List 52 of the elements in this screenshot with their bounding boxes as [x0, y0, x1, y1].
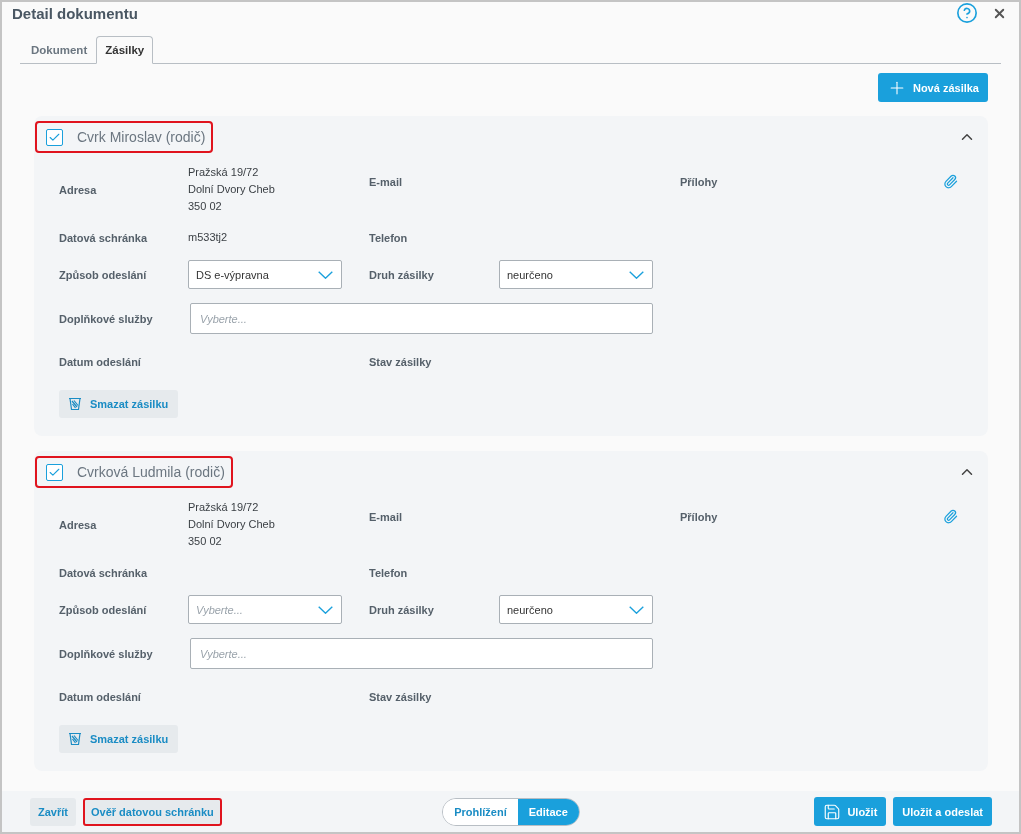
chevron-down-icon — [318, 270, 333, 279]
help-icon[interactable] — [956, 2, 978, 24]
field-label: Datová schránka — [59, 231, 149, 244]
field-label: Přílohy — [680, 175, 719, 188]
delete-button[interactable]: Smazat zásilku — [59, 390, 179, 418]
field-label: Adresa — [59, 518, 98, 531]
field-label: Stav zásilky — [369, 355, 433, 368]
field-label: E-mail — [369, 175, 403, 188]
address-text: Pražská 19/72 Dolní Dvory Cheb 350 02 — [188, 165, 276, 214]
field-label: Druh zásilky — [369, 603, 435, 616]
window-title: Detail dokumentu — [12, 4, 139, 22]
close-button[interactable]: Zavřít — [30, 797, 76, 826]
trash-icon — [68, 732, 82, 746]
mode-option[interactable]: Prohlížení — [443, 798, 518, 825]
field-value: m533tj2 — [188, 230, 229, 245]
field-label: Doplňkové služby — [59, 312, 154, 325]
field-label: Způsob odeslání — [59, 603, 148, 616]
chevron-down-icon — [629, 270, 644, 279]
chevron-down-icon — [629, 605, 644, 614]
input-field[interactable]: Vyberte... — [190, 303, 653, 334]
checkbox[interactable] — [46, 463, 63, 481]
field-label: Způsob odeslání — [59, 268, 148, 281]
chevron-down-icon — [318, 605, 333, 614]
field-label: Přílohy — [680, 510, 719, 523]
recipient-name: Cvrk Miroslav (rodič) — [77, 129, 206, 145]
field-label: Telefon — [369, 231, 409, 244]
field-label: Stav zásilky — [369, 690, 433, 703]
field-label: Druh zásilky — [369, 268, 435, 281]
tab[interactable]: Dokument — [22, 36, 97, 64]
verify-button[interactable]: Ověř datovou schránku — [82, 797, 222, 826]
save-button[interactable]: Uložit — [814, 797, 887, 826]
field-label: Datová schránka — [59, 566, 149, 579]
delete-button[interactable]: Smazat zásilku — [59, 725, 179, 753]
address-text: Pražská 19/72 Dolní Dvory Cheb 350 02 — [188, 500, 276, 549]
recipient-name: Cvrková Ludmila (rodič) — [77, 464, 225, 480]
field-label: Doplňkové služby — [59, 647, 154, 660]
mode-option[interactable]: Editace — [517, 798, 579, 825]
select-field[interactable]: neurčeno — [499, 595, 653, 624]
trash-icon — [68, 397, 82, 411]
input-field[interactable]: Vyberte... — [190, 638, 653, 669]
select-field[interactable]: neurčeno — [499, 260, 653, 289]
field-label: Telefon — [369, 566, 409, 579]
checkbox[interactable] — [46, 128, 63, 146]
field-label: Adresa — [59, 183, 98, 196]
save-send-button[interactable]: Uložit a odeslat — [893, 797, 992, 826]
select-field[interactable]: DS e-výpravna — [188, 260, 342, 289]
select-field[interactable]: Vyberte... — [188, 595, 342, 624]
new-shipment-button[interactable]: Nová zásilka — [877, 73, 988, 102]
tab[interactable]: Zásilky — [96, 36, 154, 64]
field-label: E-mail — [369, 510, 403, 523]
field-label: Datum odeslání — [59, 690, 142, 703]
field-label: Datum odeslání — [59, 355, 142, 368]
